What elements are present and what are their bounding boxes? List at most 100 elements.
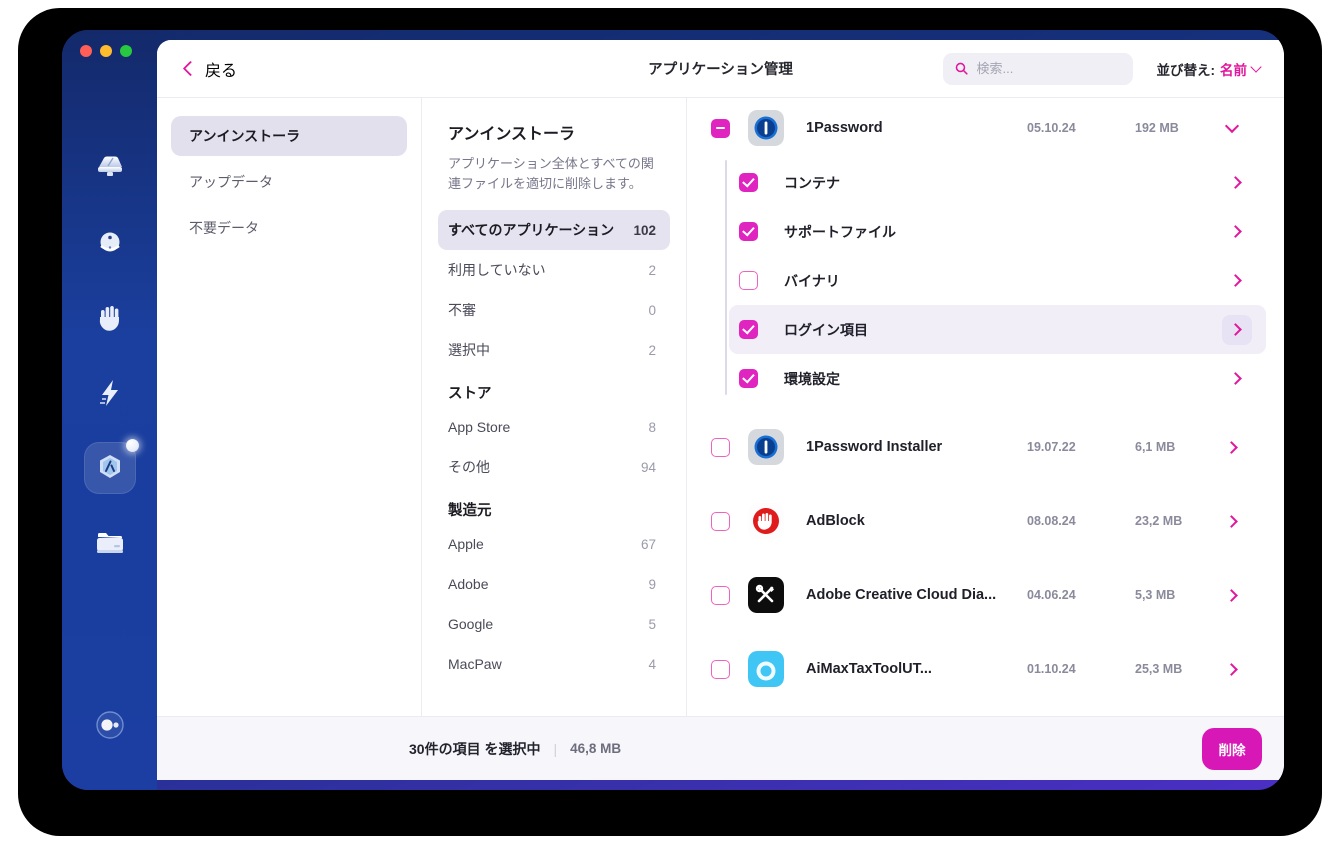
filter-label: Apple [448,536,484,553]
rail-bottom [62,687,157,762]
filter-vendor-macpaw[interactable]: MacPaw 4 [438,644,670,684]
chevron-right-icon[interactable] [1225,440,1238,454]
application-list: 1Password 05.10.24 192 MB コンテナ サポートファイル … [687,98,1284,780]
child-label: バイナリ [784,272,840,289]
filter-count: 102 [633,222,656,238]
row-checkbox[interactable] [711,659,730,679]
list-item[interactable]: サポートファイル [729,207,1266,256]
filter-selected[interactable]: 選択中 2 [438,330,670,370]
table-row[interactable]: 1Password 05.10.24 192 MB [701,98,1266,158]
row-checkbox[interactable] [711,118,730,138]
table-row[interactable]: AdBlock 08.08.24 23,2 MB [701,491,1266,551]
tree-connector [725,160,727,395]
chevron-right-icon[interactable] [1225,662,1238,676]
rail-item-files[interactable] [62,505,157,580]
app-date: 19.07.22 [1027,440,1076,454]
child-checkbox[interactable] [739,173,758,192]
module-nav: アンインストーラ アップデータ 不要データ [157,98,422,780]
filters-panel: アンインストーラ アプリケーション全体とすべての関連ファイルを適切に削除します。… [422,98,687,780]
filter-vendor-apple[interactable]: Apple 67 [438,524,670,564]
chevron-down-icon[interactable] [1224,118,1240,133]
nav-item-uninstaller[interactable]: アンインストーラ [171,116,407,156]
sort-value: 名前 [1220,62,1247,78]
onepassword-icon [748,110,784,146]
zoom-button[interactable] [120,45,132,57]
list-item[interactable]: バイナリ [729,256,1266,305]
filter-count: 0 [648,302,656,318]
filter-app-store[interactable]: App Store 8 [438,407,670,447]
rail-item-protection[interactable] [62,280,157,355]
scan-orb-icon [84,217,136,269]
back-button[interactable]: 戻る [182,57,238,81]
app-size: 6,1 MB [1135,440,1176,454]
onepassword-icon [748,429,784,465]
nav-label: 不要データ [189,220,259,236]
adobe-tools-icon [748,577,784,613]
chevron-right-icon[interactable] [1229,176,1242,189]
window-controls[interactable] [80,45,132,57]
filter-count: 5 [648,616,656,632]
child-label: 環境設定 [784,370,840,387]
search-icon [955,62,968,75]
delete-button[interactable]: 削除 [1202,727,1262,770]
list-item[interactable]: ログイン項目 [729,305,1266,354]
chevron-right-icon[interactable] [1229,372,1242,385]
back-label: 戻る [205,62,238,80]
separator: | [553,740,558,757]
filter-label: App Store [448,419,511,436]
child-detail-button[interactable] [1222,314,1252,345]
filter-other-store[interactable]: その他 94 [438,447,670,487]
list-item[interactable]: コンテナ [729,158,1266,207]
rail-item-applications[interactable] [62,430,157,505]
filter-label: その他 [448,459,490,476]
filter-vendor-adobe[interactable]: Adobe 9 [438,564,670,604]
child-checkbox[interactable] [739,271,758,290]
table-row[interactable]: Adobe Creative Cloud Dia... 04.06.24 5,3… [701,565,1266,625]
close-button[interactable] [80,45,92,57]
chevron-right-icon[interactable] [1229,225,1242,238]
chevron-right-icon[interactable] [1225,514,1238,528]
app-date: 01.10.24 [1027,662,1076,676]
app-sidebar-rail [62,30,157,790]
search-box[interactable] [942,52,1133,85]
child-checkbox[interactable] [739,222,758,241]
table-row[interactable]: AiMaxTaxToolUT... 01.10.24 25,3 MB [701,639,1266,699]
minimize-button[interactable] [100,45,112,57]
child-checkbox[interactable] [739,320,758,339]
child-checkbox[interactable] [739,369,758,388]
filter-count: 8 [648,419,656,435]
app-size: 192 MB [1135,121,1179,135]
files-drawer-icon [84,517,136,569]
filter-all-applications[interactable]: すべてのアプリケーション 102 [438,210,670,251]
adblock-icon [748,503,784,539]
nav-item-leftovers[interactable]: 不要データ [171,208,407,248]
filter-unused[interactable]: 利用していない 2 [438,250,670,290]
chevron-left-icon [182,60,199,77]
list-item[interactable]: 環境設定 [729,354,1266,403]
chevron-right-icon[interactable] [1225,588,1238,602]
search-input[interactable] [976,61,1121,76]
chevron-right-icon[interactable] [1229,274,1242,287]
nav-item-updater[interactable]: アップデータ [171,162,407,202]
rail-item-speed[interactable] [62,355,157,430]
filter-vendor-google[interactable]: Google 5 [438,604,670,644]
filter-label: 選択中 [448,342,490,359]
rail-item-assistant[interactable] [62,687,157,762]
row-checkbox[interactable] [711,585,730,605]
chevron-right-icon [1229,323,1242,336]
selection-size: 46,8 MB [570,741,622,756]
rail-item-cleanup[interactable] [62,130,157,205]
table-row[interactable]: 1Password Installer 19.07.22 6,1 MB [701,417,1266,477]
selection-summary: 30件の項目 を選択中 | 46,8 MB [409,739,621,759]
row-checkbox[interactable] [711,437,730,457]
row-checkbox[interactable] [711,511,730,531]
cleanup-icon [84,142,136,194]
applications-icon [83,438,139,494]
toolbar-right: 並び替え: 名前 [942,52,1262,85]
rail-item-scan[interactable] [62,205,157,280]
app-name: 1Password Installer [806,439,943,455]
filter-suspicious[interactable]: 不審 0 [438,290,670,330]
filter-count: 2 [648,262,656,278]
sort-dropdown[interactable]: 並び替え: 名前 [1157,59,1262,79]
app-name: 1Password [806,120,883,136]
